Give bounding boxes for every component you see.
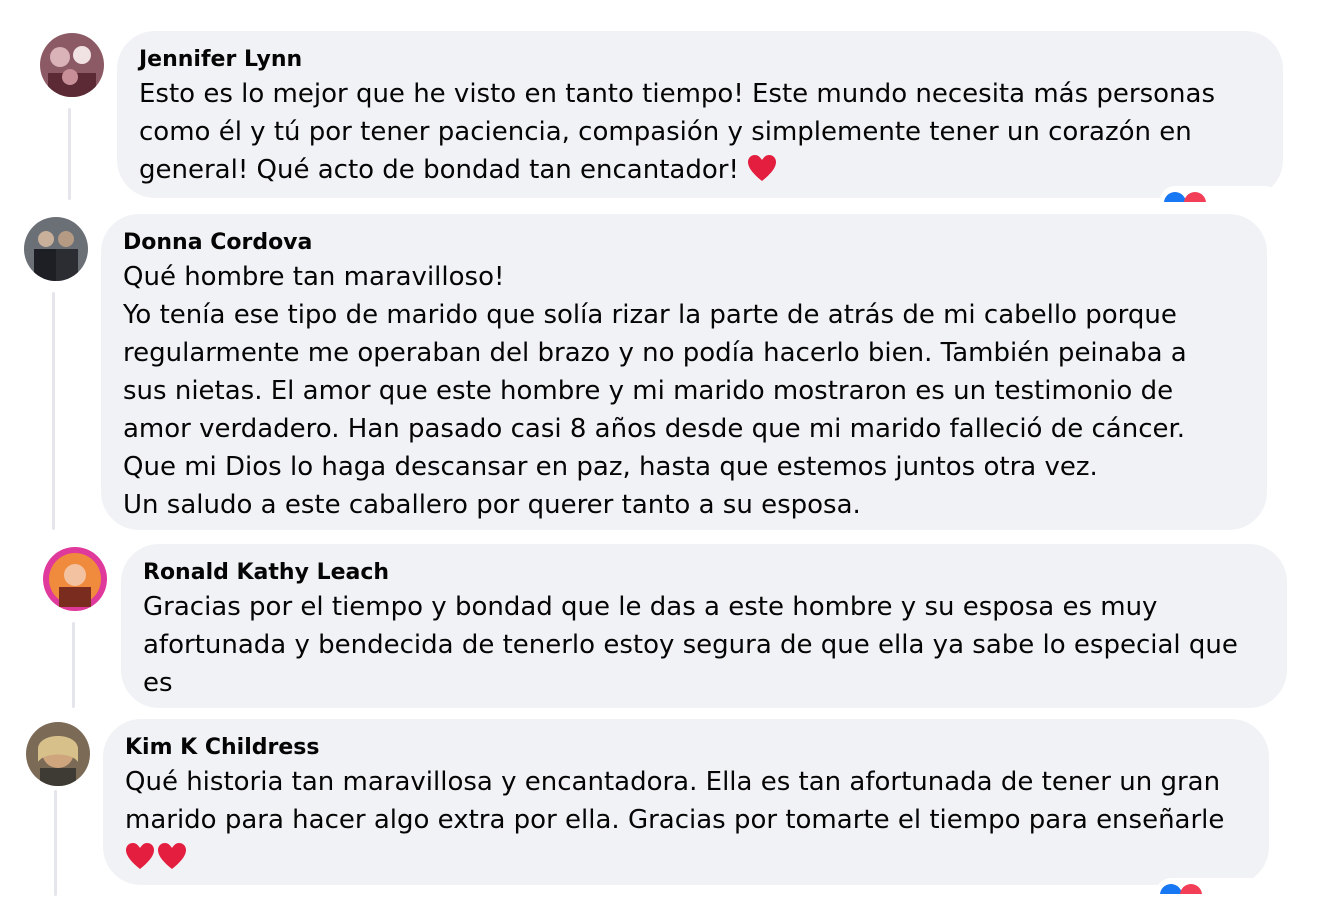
comment-text-line: Gracias por el tiempo y bondad que le da… [143, 592, 1158, 622]
comment-text-line: Qué hombre tan maravilloso! [123, 262, 505, 292]
avatar[interactable] [40, 33, 104, 97]
reaction-summary[interactable] [1156, 878, 1276, 894]
comment-text-line: regularmente me operaban del brazo y no … [123, 338, 1187, 368]
comment-author[interactable]: Kim K Childress [125, 733, 1247, 763]
comment-text-line: Yo tenía ese tipo de marido que solía ri… [123, 300, 1177, 330]
comment-text: Gracias por el tiempo y bondad que le da… [143, 588, 1265, 702]
comment-text-line: afortunada y bendecida de tenerlo estoy … [143, 630, 1238, 660]
thread-line [54, 790, 57, 896]
heart-icon [748, 155, 777, 181]
thread-line [72, 622, 75, 708]
comment-bubble: Jennifer Lynn Esto es lo mejor que he vi… [117, 31, 1283, 198]
heart-icon [126, 843, 154, 869]
comment-bubble: Ronald Kathy Leach Gracias por el tiempo… [121, 544, 1287, 708]
comment-text-line: Un saludo a este caballero por querer ta… [123, 490, 861, 520]
heart-icon [158, 843, 186, 869]
comment: Jennifer Lynn Esto es lo mejor que he vi… [0, 0, 1328, 202]
comment-text: Qué hombre tan maravilloso! Yo tenía ese… [123, 258, 1245, 524]
avatar[interactable] [26, 722, 90, 786]
comment-text-line-last: general! Qué acto de bondad tan encantad… [139, 151, 1261, 189]
avatar[interactable] [24, 217, 88, 281]
comment-text-line-hearts [125, 839, 1247, 877]
comment: Ronald Kathy Leach Gracias por el tiempo… [0, 530, 1328, 710]
comment: Donna Cordova Qué hombre tan maravilloso… [0, 200, 1328, 530]
comment-text-line: amor verdadero. Han pasado casi 8 años d… [123, 414, 1186, 444]
comment-text-line: es [143, 668, 173, 698]
comment-text-line: Esto es lo mejor que he visto en tanto t… [139, 79, 1215, 109]
thread-line [68, 108, 71, 200]
comment-text-line: sus nietas. El amor que este hombre y mi… [123, 376, 1174, 406]
comment-text-line: marido para hacer algo extra por ella. G… [125, 805, 1225, 835]
comment: Kim K Childress Qué historia tan maravil… [0, 710, 1328, 906]
comment-text-line: Que mi Dios lo haga descansar en paz, ha… [123, 452, 1098, 482]
comment-text-line: como él y tú por tener paciencia, compas… [139, 117, 1192, 147]
comment-bubble: Kim K Childress Qué historia tan maravil… [103, 719, 1269, 885]
comment-author[interactable]: Donna Cordova [123, 228, 1245, 258]
comment-text-line: Qué historia tan maravillosa y encantado… [125, 767, 1221, 797]
avatar[interactable] [43, 547, 107, 611]
comment-author[interactable]: Jennifer Lynn [139, 45, 1261, 75]
comment-bubble: Donna Cordova Qué hombre tan maravilloso… [101, 214, 1267, 530]
comment-text: Esto es lo mejor que he visto en tanto t… [139, 75, 1261, 189]
comment-author[interactable]: Ronald Kathy Leach [143, 558, 1265, 588]
comment-text: Qué historia tan maravillosa y encantado… [125, 763, 1247, 877]
thread-line [52, 292, 55, 530]
